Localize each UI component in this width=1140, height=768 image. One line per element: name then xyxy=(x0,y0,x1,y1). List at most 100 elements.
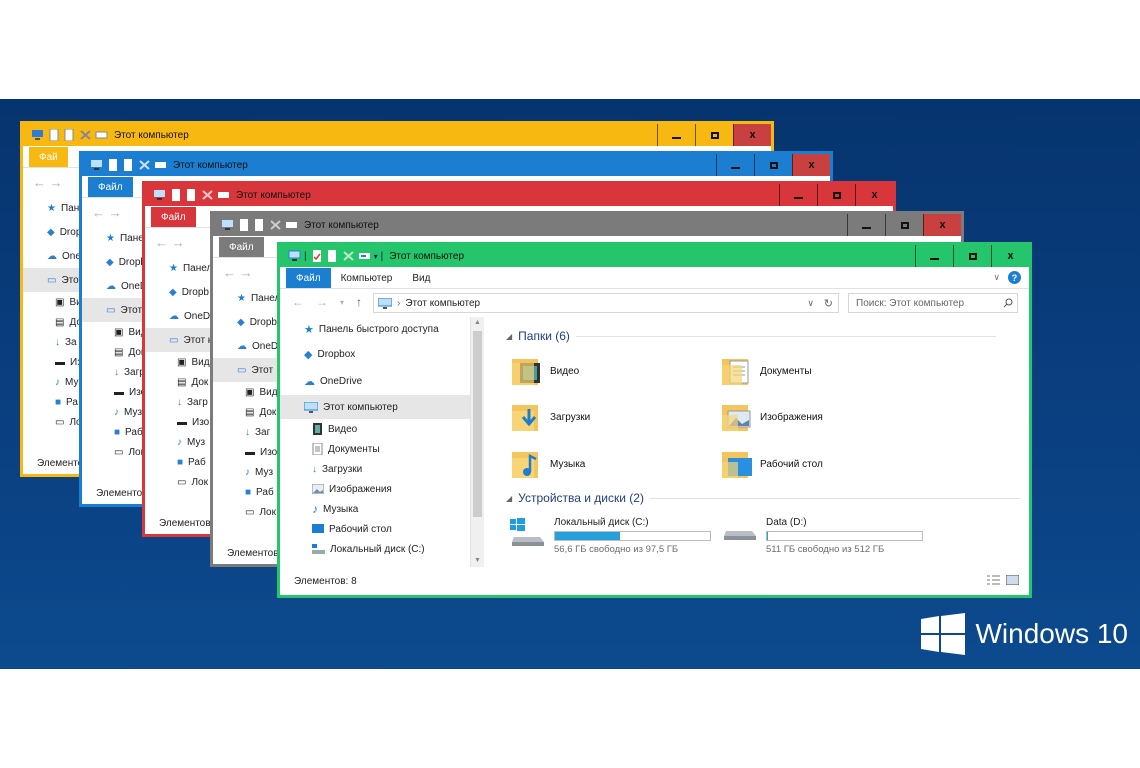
minimize-button[interactable] xyxy=(657,124,695,146)
minimize-button[interactable] xyxy=(915,245,953,267)
windows-drive-icon xyxy=(510,517,546,555)
address-bar[interactable]: › Этот компьютер ∨ ↻ xyxy=(373,293,839,313)
desktop-icon: ■ xyxy=(55,396,62,408)
search-input[interactable]: Поиск: Этот компьютер xyxy=(848,293,1018,313)
dropbox-icon: ◆ xyxy=(169,286,177,298)
drive-c[interactable]: Локальный диск (C:) 56,6 ГБ свободно из … xyxy=(510,517,711,555)
close-button[interactable]: x xyxy=(733,124,771,146)
tree-item-dropbox[interactable]: ◆ Dropbox xyxy=(280,341,470,368)
tree-item-this-pc[interactable]: Этот компьютер xyxy=(280,395,470,419)
tree-scrollbar[interactable]: ▲ ▼ xyxy=(470,317,484,567)
back-arrow-icon[interactable]: ← xyxy=(292,295,304,309)
tab-file[interactable]: Файл xyxy=(219,237,264,257)
large-icons-view-icon[interactable] xyxy=(1006,575,1019,585)
tree-item-pictures[interactable]: Изображения xyxy=(280,479,470,499)
close-button[interactable]: x xyxy=(991,245,1029,267)
properties-icon[interactable] xyxy=(47,129,60,141)
rename-icon[interactable] xyxy=(217,189,230,201)
up-arrow-icon[interactable]: ↑ xyxy=(356,295,362,309)
star-icon: ★ xyxy=(169,262,178,274)
window-title: Этот компьютер xyxy=(304,219,379,231)
customize-toolbar-icon[interactable]: ▾ xyxy=(374,252,378,261)
rename-icon[interactable] xyxy=(285,219,298,231)
collapse-chevron-icon[interactable]: ◢ xyxy=(506,494,512,503)
maximize-button[interactable] xyxy=(754,154,792,176)
tree-item-local-disk[interactable]: Локальный диск (C:) xyxy=(280,539,470,559)
folder-music[interactable]: Музыка xyxy=(512,448,585,480)
tree-item-quick-access[interactable]: ★ Панель быстрого доступа xyxy=(280,317,470,341)
cloud-icon: ☁ xyxy=(304,376,315,388)
tab-file[interactable]: Файл xyxy=(151,207,196,227)
new-folder-icon[interactable] xyxy=(122,159,135,171)
close-button[interactable]: x xyxy=(792,154,830,176)
tree-item-documents[interactable]: Документы xyxy=(280,439,470,459)
properties-icon[interactable] xyxy=(310,250,323,262)
music-icon: ♪ xyxy=(114,406,119,418)
minimize-button[interactable] xyxy=(847,214,885,236)
tree-item-desktop[interactable]: Рабочий стол xyxy=(280,519,470,539)
tree-item-video[interactable]: Видео xyxy=(280,419,470,439)
title-bar[interactable]: Этот компьютер x xyxy=(23,124,771,146)
folder-pictures[interactable]: Изображения xyxy=(722,401,823,433)
tree-item-downloads[interactable]: ↓ Загрузки xyxy=(280,459,470,479)
title-bar[interactable]: | ▾ | Этот компьютер x xyxy=(280,245,1029,267)
properties-icon[interactable] xyxy=(237,219,250,231)
tree-item-onedrive[interactable]: ☁ OneDrive xyxy=(280,368,470,395)
refresh-icon[interactable]: ↻ xyxy=(824,297,833,310)
details-view-icon[interactable] xyxy=(987,575,1000,585)
minimize-button[interactable] xyxy=(716,154,754,176)
expand-ribbon-icon[interactable]: ∨ xyxy=(993,272,1000,283)
download-icon: ↓ xyxy=(114,366,119,378)
maximize-button[interactable] xyxy=(695,124,733,146)
folder-downloads[interactable]: Загрузки xyxy=(512,401,590,433)
close-button[interactable]: x xyxy=(923,214,961,236)
drive-d[interactable]: Data (D:) 511 ГБ свободно из 512 ГБ xyxy=(722,517,923,555)
delete-icon[interactable] xyxy=(342,250,355,262)
delete-icon[interactable] xyxy=(269,219,282,231)
maximize-button[interactable] xyxy=(953,245,991,267)
tab-view[interactable]: Вид xyxy=(402,268,440,288)
maximize-button[interactable] xyxy=(885,214,923,236)
scroll-down-icon[interactable]: ▼ xyxy=(471,555,484,567)
recent-dropdown-icon[interactable]: ▾ xyxy=(340,298,344,307)
properties-icon[interactable] xyxy=(169,189,182,201)
folder-desktop[interactable]: Рабочий стол xyxy=(722,448,823,480)
collapse-chevron-icon[interactable]: ◢ xyxy=(506,332,512,341)
new-folder-icon[interactable] xyxy=(63,129,76,141)
cloud-icon: ☁ xyxy=(169,310,179,322)
tab-file[interactable]: Файл xyxy=(286,268,331,288)
breadcrumb[interactable]: Этот компьютер xyxy=(405,298,480,309)
close-button[interactable]: x xyxy=(855,184,893,206)
address-dropdown-icon[interactable]: ∨ xyxy=(807,298,814,309)
rename-icon[interactable] xyxy=(154,159,167,171)
folder-documents[interactable]: Документы xyxy=(722,355,812,387)
rename-icon[interactable] xyxy=(358,250,371,262)
folders-section-header[interactable]: ◢ Папки (6) xyxy=(506,329,996,343)
new-folder-icon[interactable] xyxy=(326,250,339,262)
title-bar[interactable]: Этот компьютер x xyxy=(145,184,893,206)
help-icon[interactable]: ? xyxy=(1008,271,1021,284)
devices-section-header[interactable]: ◢ Устройства и диски (2) xyxy=(506,491,1020,505)
title-bar[interactable]: Этот компьютер x xyxy=(82,154,830,176)
properties-icon[interactable] xyxy=(106,159,119,171)
delete-icon[interactable] xyxy=(138,159,151,171)
new-folder-icon[interactable] xyxy=(253,219,266,231)
delete-icon[interactable] xyxy=(201,189,214,201)
document-icon xyxy=(312,443,323,455)
tab-file[interactable]: Файл xyxy=(88,177,133,197)
forward-arrow-icon[interactable]: → xyxy=(316,295,328,309)
explorer-window-green[interactable]: | ▾ | Этот компьютер x Файл Компьютер Ви… xyxy=(277,242,1032,598)
title-bar[interactable]: Этот компьютер x xyxy=(213,214,961,236)
scroll-thumb[interactable] xyxy=(473,331,482,517)
nav-tree[interactable]: ★ Панель быстрого доступа ◆ Dropbox ☁ OneDr… xyxy=(280,317,470,559)
rename-icon[interactable] xyxy=(95,129,108,141)
new-folder-icon[interactable] xyxy=(185,189,198,201)
delete-icon[interactable] xyxy=(79,129,92,141)
minimize-button[interactable] xyxy=(779,184,817,206)
tab-computer[interactable]: Компьютер xyxy=(331,268,403,288)
folder-video[interactable]: Видео xyxy=(512,355,579,387)
tree-item-music[interactable]: ♪ Музыка xyxy=(280,499,470,519)
tab-file[interactable]: Фай xyxy=(29,147,68,167)
maximize-button[interactable] xyxy=(817,184,855,206)
scroll-up-icon[interactable]: ▲ xyxy=(471,317,484,329)
